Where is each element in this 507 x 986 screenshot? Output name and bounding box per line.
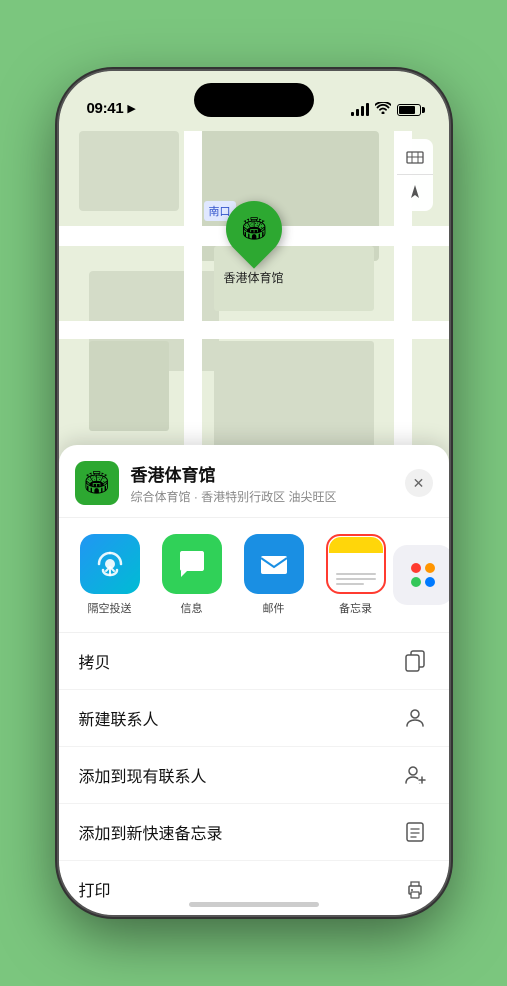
venue-name: 香港体育馆	[131, 461, 405, 486]
action-list: 拷贝 新建联系人	[59, 633, 449, 915]
share-notes[interactable]: 备忘录	[321, 534, 391, 616]
action-copy-label: 拷贝	[79, 649, 111, 673]
printer-icon	[401, 875, 429, 903]
bottom-sheet: 🏟 香港体育馆 综合体育馆 · 香港特别行政区 油尖旺区 ✕	[59, 445, 449, 915]
venue-logo-icon: 🏟	[83, 470, 111, 496]
venue-subtitle: 综合体育馆 · 香港特别行政区 油尖旺区	[131, 488, 405, 505]
copy-icon	[401, 647, 429, 675]
home-indicator	[189, 902, 319, 907]
notes-icon-wrapper	[326, 534, 386, 594]
messages-icon	[162, 534, 222, 594]
share-messages[interactable]: 信息	[157, 534, 227, 616]
airdrop-icon	[80, 534, 140, 594]
map-pin: 🏟 香港体育馆	[223, 201, 283, 286]
map-type-button[interactable]	[397, 139, 433, 175]
action-add-existing-contact[interactable]: 添加到现有联系人	[59, 747, 449, 804]
action-add-existing-label: 添加到现有联系人	[79, 763, 207, 787]
more-icon	[393, 545, 449, 605]
share-icons-row: 隔空投送 信息	[59, 518, 449, 633]
venue-info-header: 🏟 香港体育馆 综合体育馆 · 香港特别行政区 油尖旺区 ✕	[59, 445, 449, 518]
notes-label: 备忘录	[339, 600, 372, 616]
action-new-contact-label: 新建联系人	[79, 706, 159, 730]
airdrop-label: 隔空投送	[88, 600, 132, 616]
person-add-icon	[401, 761, 429, 789]
location-icon: ▶	[127, 102, 135, 115]
action-add-quick-note-label: 添加到新快速备忘录	[79, 820, 223, 844]
location-button[interactable]	[397, 175, 433, 211]
status-icons	[351, 102, 421, 117]
battery-icon	[397, 104, 421, 116]
more-apps[interactable]	[403, 545, 443, 605]
map-controls	[397, 139, 433, 211]
notes-icon	[329, 537, 383, 591]
action-add-quick-note[interactable]: 添加到新快速备忘录	[59, 804, 449, 861]
action-new-contact[interactable]: 新建联系人	[59, 690, 449, 747]
venue-text: 香港体育馆 综合体育馆 · 香港特别行政区 油尖旺区	[131, 461, 405, 505]
dynamic-island	[194, 83, 314, 117]
phone-frame: 09:41 ▶	[59, 71, 449, 915]
phone-screen: 09:41 ▶	[59, 71, 449, 915]
share-airdrop[interactable]: 隔空投送	[75, 534, 145, 616]
venue-pin-icon: 🏟	[240, 216, 268, 242]
mail-label: 邮件	[263, 600, 285, 616]
note-icon	[401, 818, 429, 846]
wifi-icon	[375, 102, 391, 117]
person-icon	[401, 704, 429, 732]
signal-bars	[351, 103, 369, 116]
action-print-label: 打印	[79, 877, 111, 901]
map-area[interactable]: 南口 🏟	[59, 71, 449, 501]
action-copy[interactable]: 拷贝	[59, 633, 449, 690]
close-button[interactable]: ✕	[405, 469, 433, 497]
status-time: 09:41	[87, 100, 124, 117]
venue-logo: 🏟	[75, 461, 119, 505]
share-mail[interactable]: 邮件	[239, 534, 309, 616]
mail-icon	[244, 534, 304, 594]
messages-label: 信息	[181, 600, 203, 616]
pin-label: 香港体育馆	[223, 269, 283, 286]
